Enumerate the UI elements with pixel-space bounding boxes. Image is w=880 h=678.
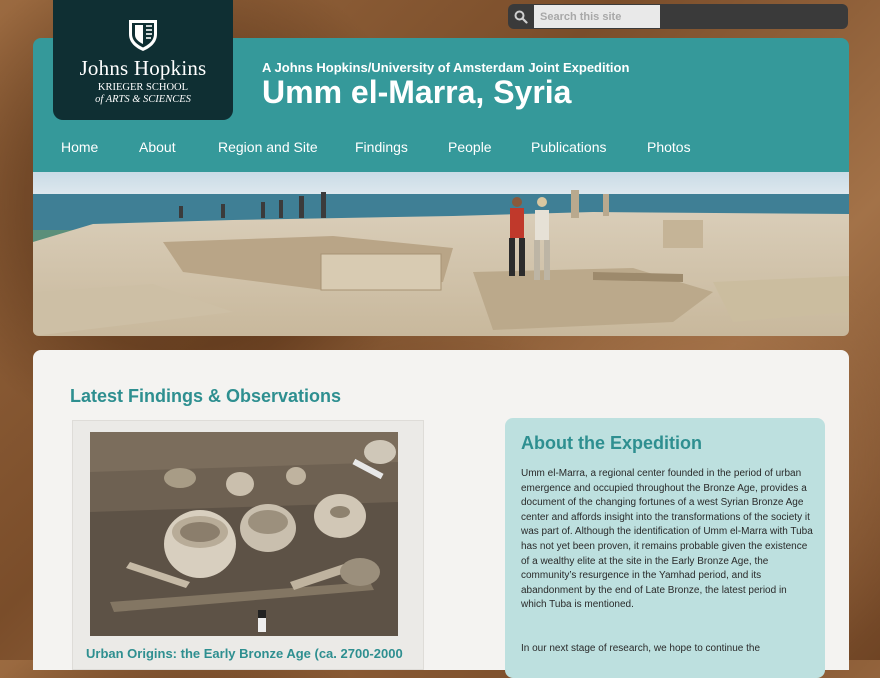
site-title[interactable]: Umm el-Marra, Syria xyxy=(262,74,571,111)
nav-item-photos[interactable]: Photos xyxy=(647,139,691,155)
nav-item-region-and-site[interactable]: Region and Site xyxy=(218,139,318,155)
search-input[interactable] xyxy=(534,5,660,28)
nav-item-about[interactable]: About xyxy=(139,139,176,155)
logo-school-line1: KRIEGER SCHOOL xyxy=(97,82,189,93)
logo-university-name: Johns Hopkins xyxy=(79,56,207,80)
finding-illustration xyxy=(90,432,398,636)
university-logo[interactable]: Johns Hopkins KRIEGER SCHOOL of ARTS & S… xyxy=(53,0,233,120)
about-expedition-paragraph-2: In our next stage of research, we hope t… xyxy=(521,643,761,654)
nav-item-findings[interactable]: Findings xyxy=(355,139,408,155)
search-button[interactable] xyxy=(508,4,533,29)
site-subtitle: A Johns Hopkins/University of Amsterdam … xyxy=(262,60,630,75)
finding-title-link[interactable]: Urban Origins: the Early Bronze Age (ca.… xyxy=(86,646,403,661)
hero-excavation-photo xyxy=(33,172,849,336)
main-nav: Home About Region and Site Findings Peop… xyxy=(33,130,849,164)
search-icon xyxy=(514,10,528,24)
search-bar xyxy=(508,4,848,29)
nav-item-people[interactable]: People xyxy=(448,139,492,155)
latest-findings-heading: Latest Findings & Observations xyxy=(70,386,342,406)
nav-item-home[interactable]: Home xyxy=(61,139,98,155)
finding-photo[interactable] xyxy=(90,432,398,636)
about-expedition-paragraph: Umm el-Marra, a regional center founded … xyxy=(521,468,813,611)
shield-icon xyxy=(129,20,157,51)
nav-item-publications[interactable]: Publications xyxy=(531,139,607,155)
hero-illustration xyxy=(33,172,849,336)
logo-school-line2: of ARTS & SCIENCES xyxy=(95,94,191,105)
about-expedition-heading: About the Expedition xyxy=(521,433,702,453)
